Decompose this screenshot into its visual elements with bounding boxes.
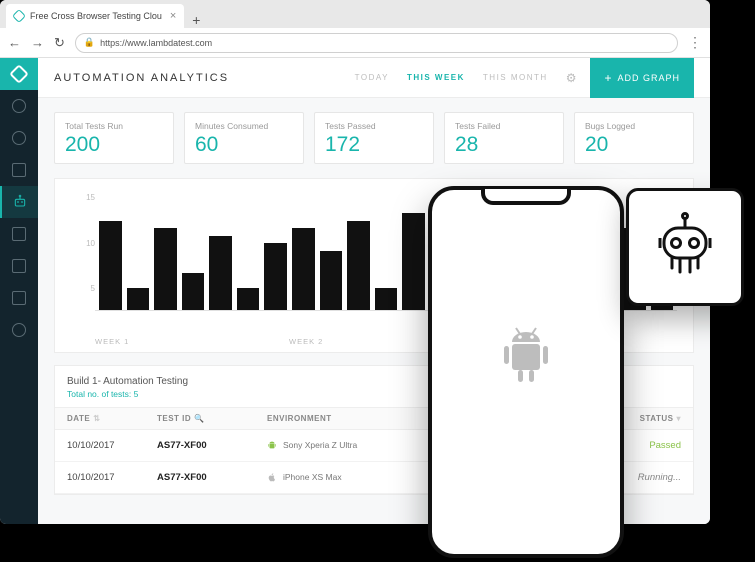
chart-yaxis: 15105 xyxy=(71,191,95,311)
col-test-id: TEST ID🔍 xyxy=(157,414,267,423)
sidebar-item-cube[interactable] xyxy=(0,218,38,250)
stat-value: 60 xyxy=(195,133,293,157)
chart-bar xyxy=(209,236,232,310)
robot-card xyxy=(626,188,744,306)
browser-tabbar: Free Cross Browser Testing Clou × + xyxy=(0,0,710,28)
sidebar-item-clock[interactable] xyxy=(0,122,38,154)
stat-card: Total Tests Run 200 xyxy=(54,112,174,164)
android-icon xyxy=(498,324,554,390)
stats-row: Total Tests Run 200 Minutes Consumed 60 Test… xyxy=(38,98,710,178)
phone-mockup xyxy=(428,186,624,558)
forward-icon[interactable]: → xyxy=(31,35,44,50)
url-field[interactable]: 🔒 https://www.lambdatest.com xyxy=(75,33,678,53)
stat-card: Bugs Logged 20 xyxy=(574,112,694,164)
sidebar-item-devices[interactable] xyxy=(0,282,38,314)
stat-card: Tests Failed 28 xyxy=(444,112,564,164)
robot-icon xyxy=(12,194,28,210)
add-graph-button[interactable]: + ADD GRAPH xyxy=(590,58,694,98)
phone-notch xyxy=(481,189,571,205)
browser-addressbar: ← → ↻ 🔒 https://www.lambdatest.com ⋮ xyxy=(0,28,710,58)
chart-bar xyxy=(99,221,122,310)
chart-bar xyxy=(237,288,260,310)
sidebar-item-automation[interactable] xyxy=(0,186,38,218)
sidebar-item-grid[interactable] xyxy=(0,154,38,186)
lambdatest-favicon xyxy=(12,9,26,23)
tab-title: Free Cross Browser Testing Clou xyxy=(30,11,162,21)
stat-value: 28 xyxy=(455,133,553,157)
period-this-month[interactable]: THIS MONTH xyxy=(483,73,548,82)
chart-bar xyxy=(292,228,315,310)
cell-date: 10/10/2017 xyxy=(67,440,157,451)
browser-tab[interactable]: Free Cross Browser Testing Clou × xyxy=(6,4,184,28)
chart-bar xyxy=(375,288,398,310)
new-tab-button[interactable]: + xyxy=(184,12,208,28)
url-text: https://www.lambdatest.com xyxy=(100,38,212,48)
page-title: AUTOMATION ANALYTICS xyxy=(54,72,229,84)
stat-label: Tests Failed xyxy=(455,121,553,131)
period-tabs: TODAY THIS WEEK THIS MONTH xyxy=(355,73,548,82)
stat-card: Minutes Consumed 60 xyxy=(184,112,304,164)
robot-icon xyxy=(650,212,720,282)
xtick: WEEK 1 xyxy=(95,337,289,346)
sidebar-item-bug[interactable] xyxy=(0,250,38,282)
stat-card: Tests Passed 172 xyxy=(314,112,434,164)
stat-label: Bugs Logged xyxy=(585,121,683,131)
stat-value: 200 xyxy=(65,133,163,157)
col-date: DATE⇅ xyxy=(67,414,157,423)
app-sidebar xyxy=(0,58,38,524)
browser-menu-icon[interactable]: ⋮ xyxy=(688,34,702,51)
period-this-week[interactable]: THIS WEEK xyxy=(407,73,465,82)
search-icon[interactable]: 🔍 xyxy=(194,414,204,423)
sidebar-item-settings[interactable] xyxy=(0,314,38,346)
back-icon[interactable]: ← xyxy=(8,35,21,50)
chart-bar xyxy=(320,251,343,311)
chart-bar xyxy=(347,221,370,310)
close-tab-icon[interactable]: × xyxy=(162,10,176,22)
stat-label: Minutes Consumed xyxy=(195,121,293,131)
chart-bar xyxy=(127,288,150,310)
sort-icon[interactable]: ⇅ xyxy=(93,414,100,423)
cell-test-id: AS77-XF00 xyxy=(157,472,267,483)
ytick: 15 xyxy=(86,193,95,202)
chart-bar xyxy=(182,273,205,310)
stat-value: 20 xyxy=(585,133,683,157)
filter-icon[interactable]: ⚙ xyxy=(566,71,577,85)
chart-bar xyxy=(154,228,177,310)
stat-value: 172 xyxy=(325,133,423,157)
filter-icon[interactable]: ▾ xyxy=(676,414,681,423)
stat-label: Total Tests Run xyxy=(65,121,163,131)
chart-bar xyxy=(264,243,287,310)
app-logo[interactable] xyxy=(0,58,38,90)
chart-bar xyxy=(402,213,425,310)
stat-label: Tests Passed xyxy=(325,121,423,131)
add-graph-label: ADD GRAPH xyxy=(617,73,680,83)
cell-test-id: AS77-XF00 xyxy=(157,440,267,451)
ytick: 10 xyxy=(86,239,95,248)
cell-date: 10/10/2017 xyxy=(67,472,157,483)
lock-icon: 🔒 xyxy=(84,37,95,48)
plus-icon: + xyxy=(604,71,612,85)
page-header: AUTOMATION ANALYTICS TODAY THIS WEEK THI… xyxy=(38,58,710,98)
sidebar-item-dashboard[interactable] xyxy=(0,90,38,122)
period-today[interactable]: TODAY xyxy=(355,73,389,82)
reload-icon[interactable]: ↻ xyxy=(54,35,65,51)
